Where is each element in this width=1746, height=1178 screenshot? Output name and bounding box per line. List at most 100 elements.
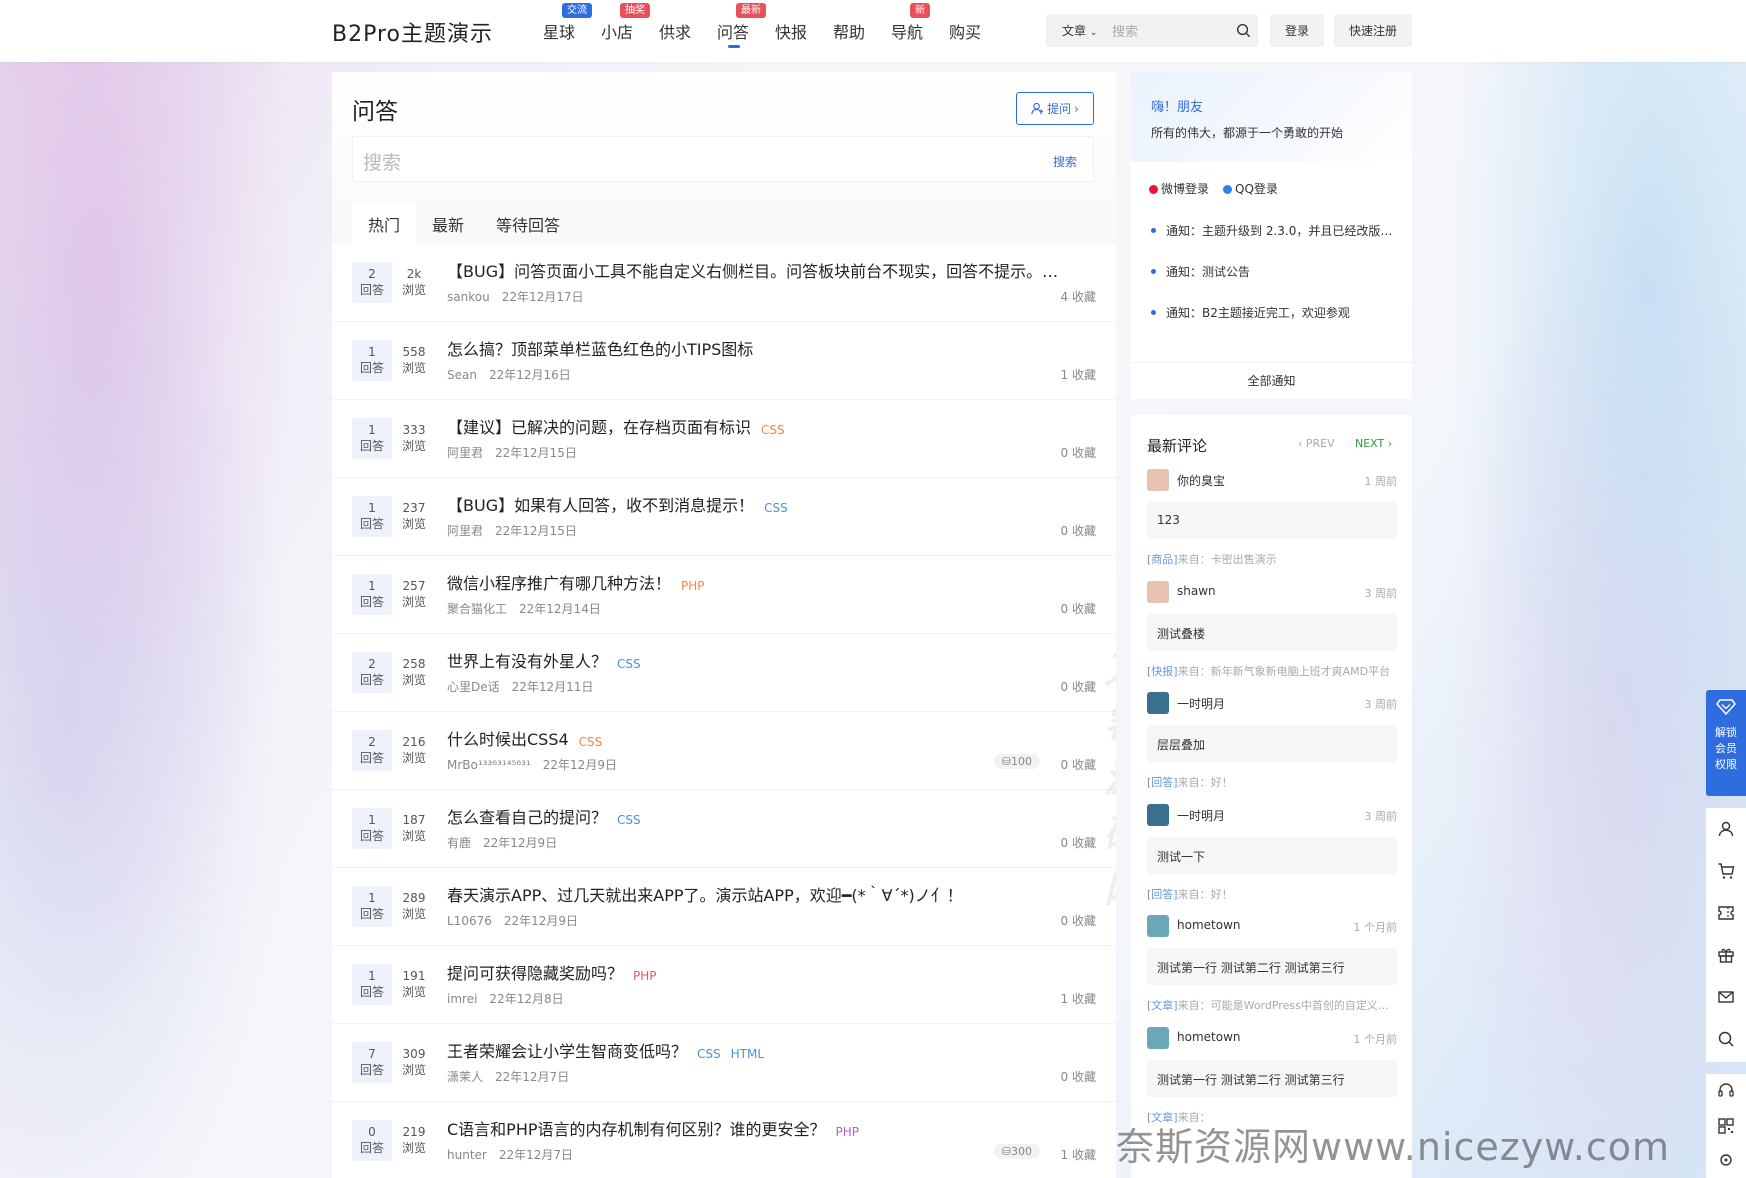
ask-question-button[interactable]: 提问 ›: [1016, 92, 1094, 125]
search-type-select[interactable]: 文章 ⌄: [1046, 22, 1112, 39]
question-tag[interactable]: CSS: [617, 813, 641, 827]
comment-author[interactable]: 一时明月: [1177, 695, 1225, 712]
question-tag[interactable]: CSS: [617, 657, 641, 671]
qq-login-button[interactable]: QQ登录: [1223, 180, 1278, 197]
question-row[interactable]: 1 回答 333 浏览 【建议】已解决的问题，在存档页面有标识 CSS 阿里君 22年1…: [332, 400, 1116, 478]
question-tag[interactable]: CSS: [764, 501, 788, 515]
gift-icon[interactable]: [1717, 934, 1735, 976]
avatar[interactable]: [1147, 580, 1169, 603]
question-row[interactable]: 2 回答 258 浏览 世界上有没有外星人？ CSS 心里De话 22年12月11日 0…: [332, 634, 1116, 712]
cart-icon[interactable]: [1717, 850, 1735, 892]
question-title[interactable]: 【BUG】如果有人回答，收不到消息提示！ CSS: [447, 492, 1107, 516]
nav-item-3[interactable]: 问答 最新: [704, 0, 766, 62]
question-author[interactable]: sankou: [447, 290, 490, 304]
avatar[interactable]: [1147, 692, 1169, 714]
nav-item-5[interactable]: 帮助: [820, 0, 878, 62]
prev-button[interactable]: ‹ PREV: [1298, 437, 1335, 450]
question-row[interactable]: 2 回答 216 浏览 什么时候出CSS4 CSS MrBo¹³³⁶³¹⁴⁵⁶³¹ 22…: [332, 712, 1116, 790]
site-logo[interactable]: B2Pro主题演示: [332, 16, 493, 48]
user-icon[interactable]: [1717, 808, 1735, 850]
qa-search-input[interactable]: 搜索: [363, 148, 401, 175]
unlock-vip-button[interactable]: 解锁会员权限: [1706, 690, 1746, 796]
question-author[interactable]: hunter: [447, 1148, 487, 1162]
comment-body[interactable]: 测试叠楼: [1147, 613, 1397, 651]
question-tag[interactable]: CSS: [579, 735, 603, 749]
question-row[interactable]: 0 回答 219 浏览 C语言和PHP语言的内存机制有何区别？谁的更安全？ PHP h…: [332, 1102, 1116, 1178]
question-row[interactable]: 7 回答 309 浏览 王者荣耀会让小学生智商变低吗？ CSS HTML 潇茉人 22年1…: [332, 1024, 1116, 1102]
question-tag[interactable]: PHP: [633, 969, 657, 983]
nav-item-0[interactable]: 星球 交流: [530, 0, 592, 62]
tab-1[interactable]: 最新: [416, 203, 480, 244]
notice-item[interactable]: 通知：主题升级到 2.3.0，并且已经改版，增加了问答功能: [1151, 222, 1401, 263]
comment-source[interactable]: [商品]来自：卡密出售演示: [1147, 551, 1397, 567]
avatar[interactable]: [1147, 803, 1169, 826]
comment-source[interactable]: [文章]来自：可能是WordPress中首创的自定义文章: [1147, 997, 1397, 1013]
question-row[interactable]: 1 回答 191 浏览 提问可获得隐藏奖励吗？ PHP imrei 22年12月8日 1…: [332, 946, 1116, 1024]
nav-item-7[interactable]: 购买: [936, 0, 994, 62]
question-author[interactable]: 阿里君: [447, 524, 483, 538]
comment-author[interactable]: hometown: [1177, 1030, 1241, 1044]
comment-author[interactable]: shawn: [1177, 584, 1216, 598]
question-tag[interactable]: PHP: [681, 579, 705, 593]
ticket-icon[interactable]: [1717, 892, 1735, 934]
qa-search-button[interactable]: 搜索: [1053, 153, 1077, 170]
question-title[interactable]: 【BUG】问答页面小工具不能自定义右侧栏目。问答板块前台不现实，回答不提示。所有…: [447, 258, 1107, 282]
question-row[interactable]: 1 回答 187 浏览 怎么查看自己的提问？ CSS 有鹿 22年12月9日 0 收藏: [332, 790, 1116, 868]
search-icon[interactable]: [1228, 23, 1258, 38]
comment-source[interactable]: [回答]来自：好！: [1147, 886, 1397, 902]
nav-item-4[interactable]: 快报: [762, 0, 820, 62]
question-tag[interactable]: HTML: [731, 1047, 764, 1061]
search-input[interactable]: 搜索: [1112, 21, 1228, 40]
question-author[interactable]: MrBo¹³³⁶³¹⁴⁵⁶³¹: [447, 758, 531, 772]
question-title[interactable]: 春天演示APP、过几天就出来APP了。演示站APP，欢迎━(*｀∀´*)ノ亻！: [447, 882, 1107, 906]
comment-source[interactable]: [回答]来自：好！: [1147, 774, 1397, 790]
question-row[interactable]: 1 回答 257 浏览 微信小程序推广有哪几种方法！ PHP 聚合猫化工 22年12月1…: [332, 556, 1116, 634]
comment-source[interactable]: [快报]来自：新年新气象新电脑上班才爽AMD平台: [1147, 663, 1397, 679]
nav-item-2[interactable]: 供求: [646, 0, 704, 62]
comment-author[interactable]: 你的臭宝: [1177, 472, 1225, 489]
notice-item[interactable]: 通知：B2主题接近完工，欢迎参观: [1151, 304, 1401, 345]
question-tag[interactable]: CSS: [761, 423, 785, 437]
tab-0[interactable]: 热门: [352, 203, 417, 244]
qa-search-field[interactable]: 搜索 搜索: [352, 136, 1094, 182]
search-icon[interactable]: [1717, 1018, 1735, 1060]
question-title[interactable]: 怎么搞？顶部菜单栏蓝色红色的小TIPS图标: [447, 336, 1107, 360]
nav-item-6[interactable]: 导航新: [878, 0, 936, 62]
avatar[interactable]: [1147, 1026, 1169, 1049]
question-row[interactable]: 2 回答 2k 浏览 【BUG】问答页面小工具不能自定义右侧栏目。问答板块前台不现实…: [332, 244, 1116, 322]
next-button[interactable]: NEXT ›: [1355, 437, 1392, 450]
login-button[interactable]: 登录: [1270, 14, 1324, 47]
qrcode-icon[interactable]: [1717, 1109, 1735, 1144]
question-author[interactable]: imrei: [447, 992, 477, 1006]
question-title[interactable]: 什么时候出CSS4 CSS: [447, 726, 1107, 750]
question-tag[interactable]: CSS: [697, 1047, 721, 1061]
comment-author[interactable]: hometown: [1177, 918, 1241, 932]
question-title[interactable]: C语言和PHP语言的内存机制有何区别？谁的更安全？ PHP: [447, 1116, 1107, 1140]
mail-icon[interactable]: [1717, 976, 1735, 1018]
comment-body[interactable]: 测试第一行 测试第二行 测试第三行: [1147, 948, 1397, 985]
headset-icon[interactable]: [1717, 1074, 1735, 1109]
question-row[interactable]: 1 回答 237 浏览 【BUG】如果有人回答，收不到消息提示！ CSS 阿里君 22年…: [332, 478, 1116, 556]
comment-body[interactable]: 测试一下: [1147, 836, 1397, 874]
comment-author[interactable]: 一时明月: [1177, 807, 1225, 824]
notice-item[interactable]: 通知：测试公告: [1151, 263, 1401, 304]
all-notices-link[interactable]: 全部通知: [1131, 362, 1412, 399]
question-author[interactable]: 阿里君: [447, 446, 483, 460]
question-row[interactable]: 1 回答 289 浏览 春天演示APP、过几天就出来APP了。演示站APP，欢迎━(…: [332, 868, 1116, 946]
comment-body[interactable]: 123: [1147, 502, 1397, 539]
question-tag[interactable]: PHP: [836, 1125, 860, 1139]
question-title[interactable]: 微信小程序推广有哪几种方法！ PHP: [447, 570, 1107, 594]
weibo-login-button[interactable]: 微博登录: [1149, 180, 1209, 197]
tab-2[interactable]: 等待回答: [480, 203, 576, 244]
comment-body[interactable]: 测试第一行 测试第二行 测试第三行: [1147, 1059, 1397, 1097]
question-author[interactable]: 聚合猫化工: [447, 602, 507, 616]
question-title[interactable]: 【建议】已解决的问题，在存档页面有标识 CSS: [447, 414, 1107, 438]
nav-item-1[interactable]: 小店 抽奖: [588, 0, 650, 62]
register-button[interactable]: 快速注册: [1334, 14, 1412, 47]
question-author[interactable]: 心里De话: [447, 680, 500, 694]
comment-body[interactable]: 层层叠加: [1147, 725, 1397, 762]
question-author[interactable]: 潇茉人: [447, 1070, 483, 1084]
avatar[interactable]: [1147, 469, 1169, 491]
question-author[interactable]: Sean: [447, 368, 477, 382]
question-title[interactable]: 世界上有没有外星人？ CSS: [447, 648, 1107, 672]
